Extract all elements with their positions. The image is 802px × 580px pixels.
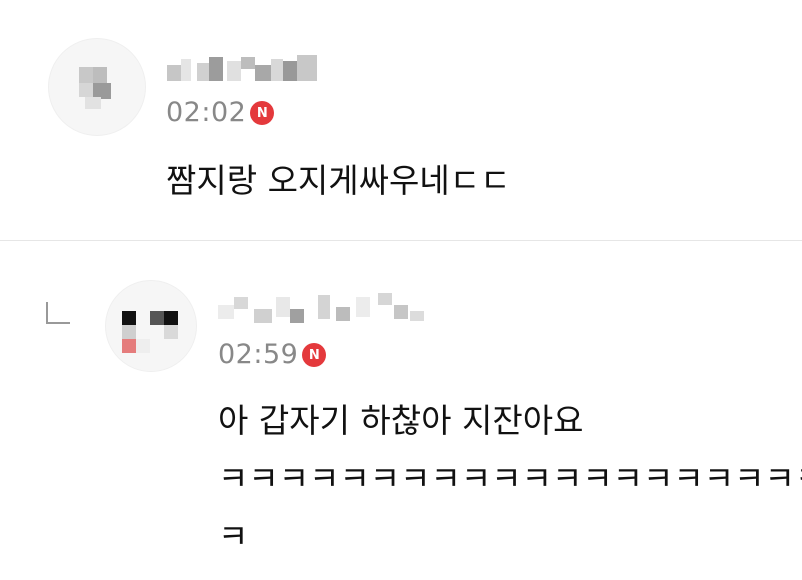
comment-text-line: 짬지랑 오지게싸우네ㄷㄷ xyxy=(166,161,511,200)
comment-text-line: ㅋ xyxy=(218,517,249,556)
comment-text-line: ㅋㅋㅋㅋㅋㅋㅋㅋㅋㅋㅋㅋㅋㅋㅋㅋㅋㅋㅋㅋㅋㅋ xyxy=(218,459,802,498)
comment-meta: 02:59 N xyxy=(218,339,327,370)
new-badge-icon: N xyxy=(250,101,275,125)
comment-text: 아 갑자기 하찮아 지잔아요 ㅋㅋㅋㅋㅋㅋㅋㅋㅋㅋㅋㅋㅋㅋㅋㅋㅋㅋㅋㅋㅋㅋ ㅋ xyxy=(218,392,802,566)
new-badge-icon: N xyxy=(302,343,327,367)
comment-time: 02:59 xyxy=(218,339,299,370)
comment-time: 02:02 xyxy=(166,97,247,128)
reply-comment-item: 02:59 N 아 갑자기 하찮아 지잔아요 ㅋㅋㅋㅋㅋㅋㅋㅋㅋㅋㅋㅋㅋㅋㅋㅋㅋ… xyxy=(0,241,802,580)
avatar[interactable] xyxy=(48,38,146,136)
comment-text: 짬지랑 오지게싸우네ㄷㄷ xyxy=(166,152,510,210)
author-name-blurred[interactable] xyxy=(167,55,317,83)
comment-text-line: 아 갑자기 하찮아 지잔아요 xyxy=(218,401,584,440)
avatar[interactable] xyxy=(105,280,197,372)
comment-meta: 02:02 N xyxy=(166,97,275,128)
author-name-blurred[interactable] xyxy=(218,291,428,323)
reply-arrow-icon xyxy=(46,302,70,324)
comment-item: 02:02 N 짬지랑 오지게싸우네ㄷㄷ xyxy=(0,0,802,240)
